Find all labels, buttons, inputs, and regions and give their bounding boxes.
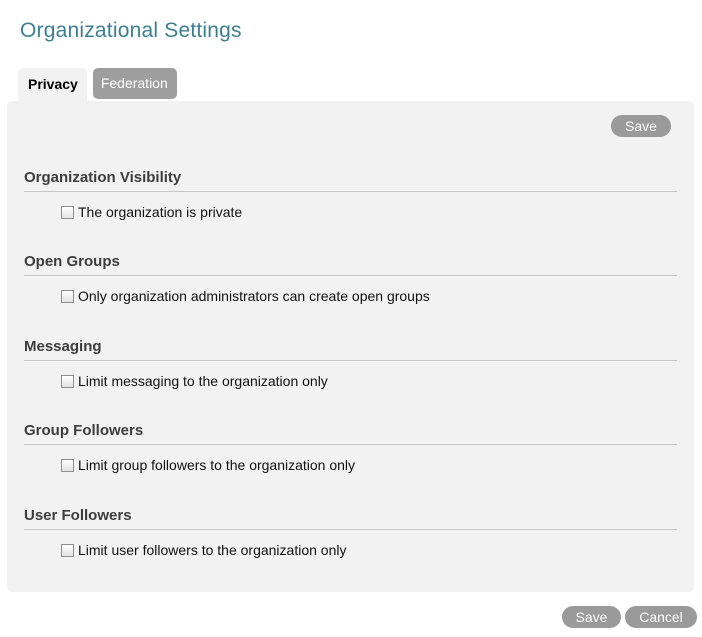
section-divider xyxy=(24,444,677,445)
section-divider xyxy=(24,529,677,530)
option-label: Limit user followers to the organization… xyxy=(78,542,347,558)
organization-private-checkbox[interactable] xyxy=(61,205,74,219)
admins-only-open-groups-checkbox[interactable] xyxy=(61,289,74,303)
section-open-groups: Open Groups Only organization administra… xyxy=(24,252,677,304)
option-label: Limit group followers to the organizatio… xyxy=(78,457,356,473)
option-row: The organization is private xyxy=(61,204,677,220)
section-title: Open Groups xyxy=(24,253,120,270)
section-group-followers: Group Followers Limit group followers to… xyxy=(24,421,677,473)
section-title: Group Followers xyxy=(24,422,144,439)
option-label: The organization is private xyxy=(78,204,243,220)
cancel-button[interactable]: Cancel xyxy=(625,606,697,628)
page-title: Organizational Settings xyxy=(20,19,242,42)
tab-federation[interactable]: Federation xyxy=(92,68,177,99)
option-row: Limit group followers to the organizatio… xyxy=(61,457,677,473)
option-row: Limit user followers to the organization… xyxy=(61,542,677,558)
save-button-top[interactable]: Save xyxy=(611,115,671,137)
tab-privacy[interactable]: Privacy xyxy=(18,68,87,102)
tab-bar: Privacy Federation xyxy=(18,68,177,102)
section-organization-visibility: Organization Visibility The organization… xyxy=(24,168,677,220)
section-divider xyxy=(24,275,677,276)
option-label: Only organization administrators can cre… xyxy=(78,288,430,304)
limit-messaging-checkbox[interactable] xyxy=(61,374,74,388)
section-title: User Followers xyxy=(24,507,132,524)
limit-group-followers-checkbox[interactable] xyxy=(61,458,74,472)
privacy-settings-panel: Save Organization Visibility The organiz… xyxy=(7,101,694,592)
save-button[interactable]: Save xyxy=(562,606,621,628)
option-label: Limit messaging to the organization only xyxy=(78,373,328,389)
limit-user-followers-checkbox[interactable] xyxy=(61,543,74,557)
section-title: Organization Visibility xyxy=(24,169,182,186)
section-divider xyxy=(24,191,677,192)
option-row: Limit messaging to the organization only xyxy=(61,373,677,389)
section-messaging: Messaging Limit messaging to the organiz… xyxy=(24,337,677,389)
section-title: Messaging xyxy=(24,338,102,355)
section-divider xyxy=(24,360,677,361)
option-row: Only organization administrators can cre… xyxy=(61,288,677,304)
section-user-followers: User Followers Limit user followers to t… xyxy=(24,506,677,558)
